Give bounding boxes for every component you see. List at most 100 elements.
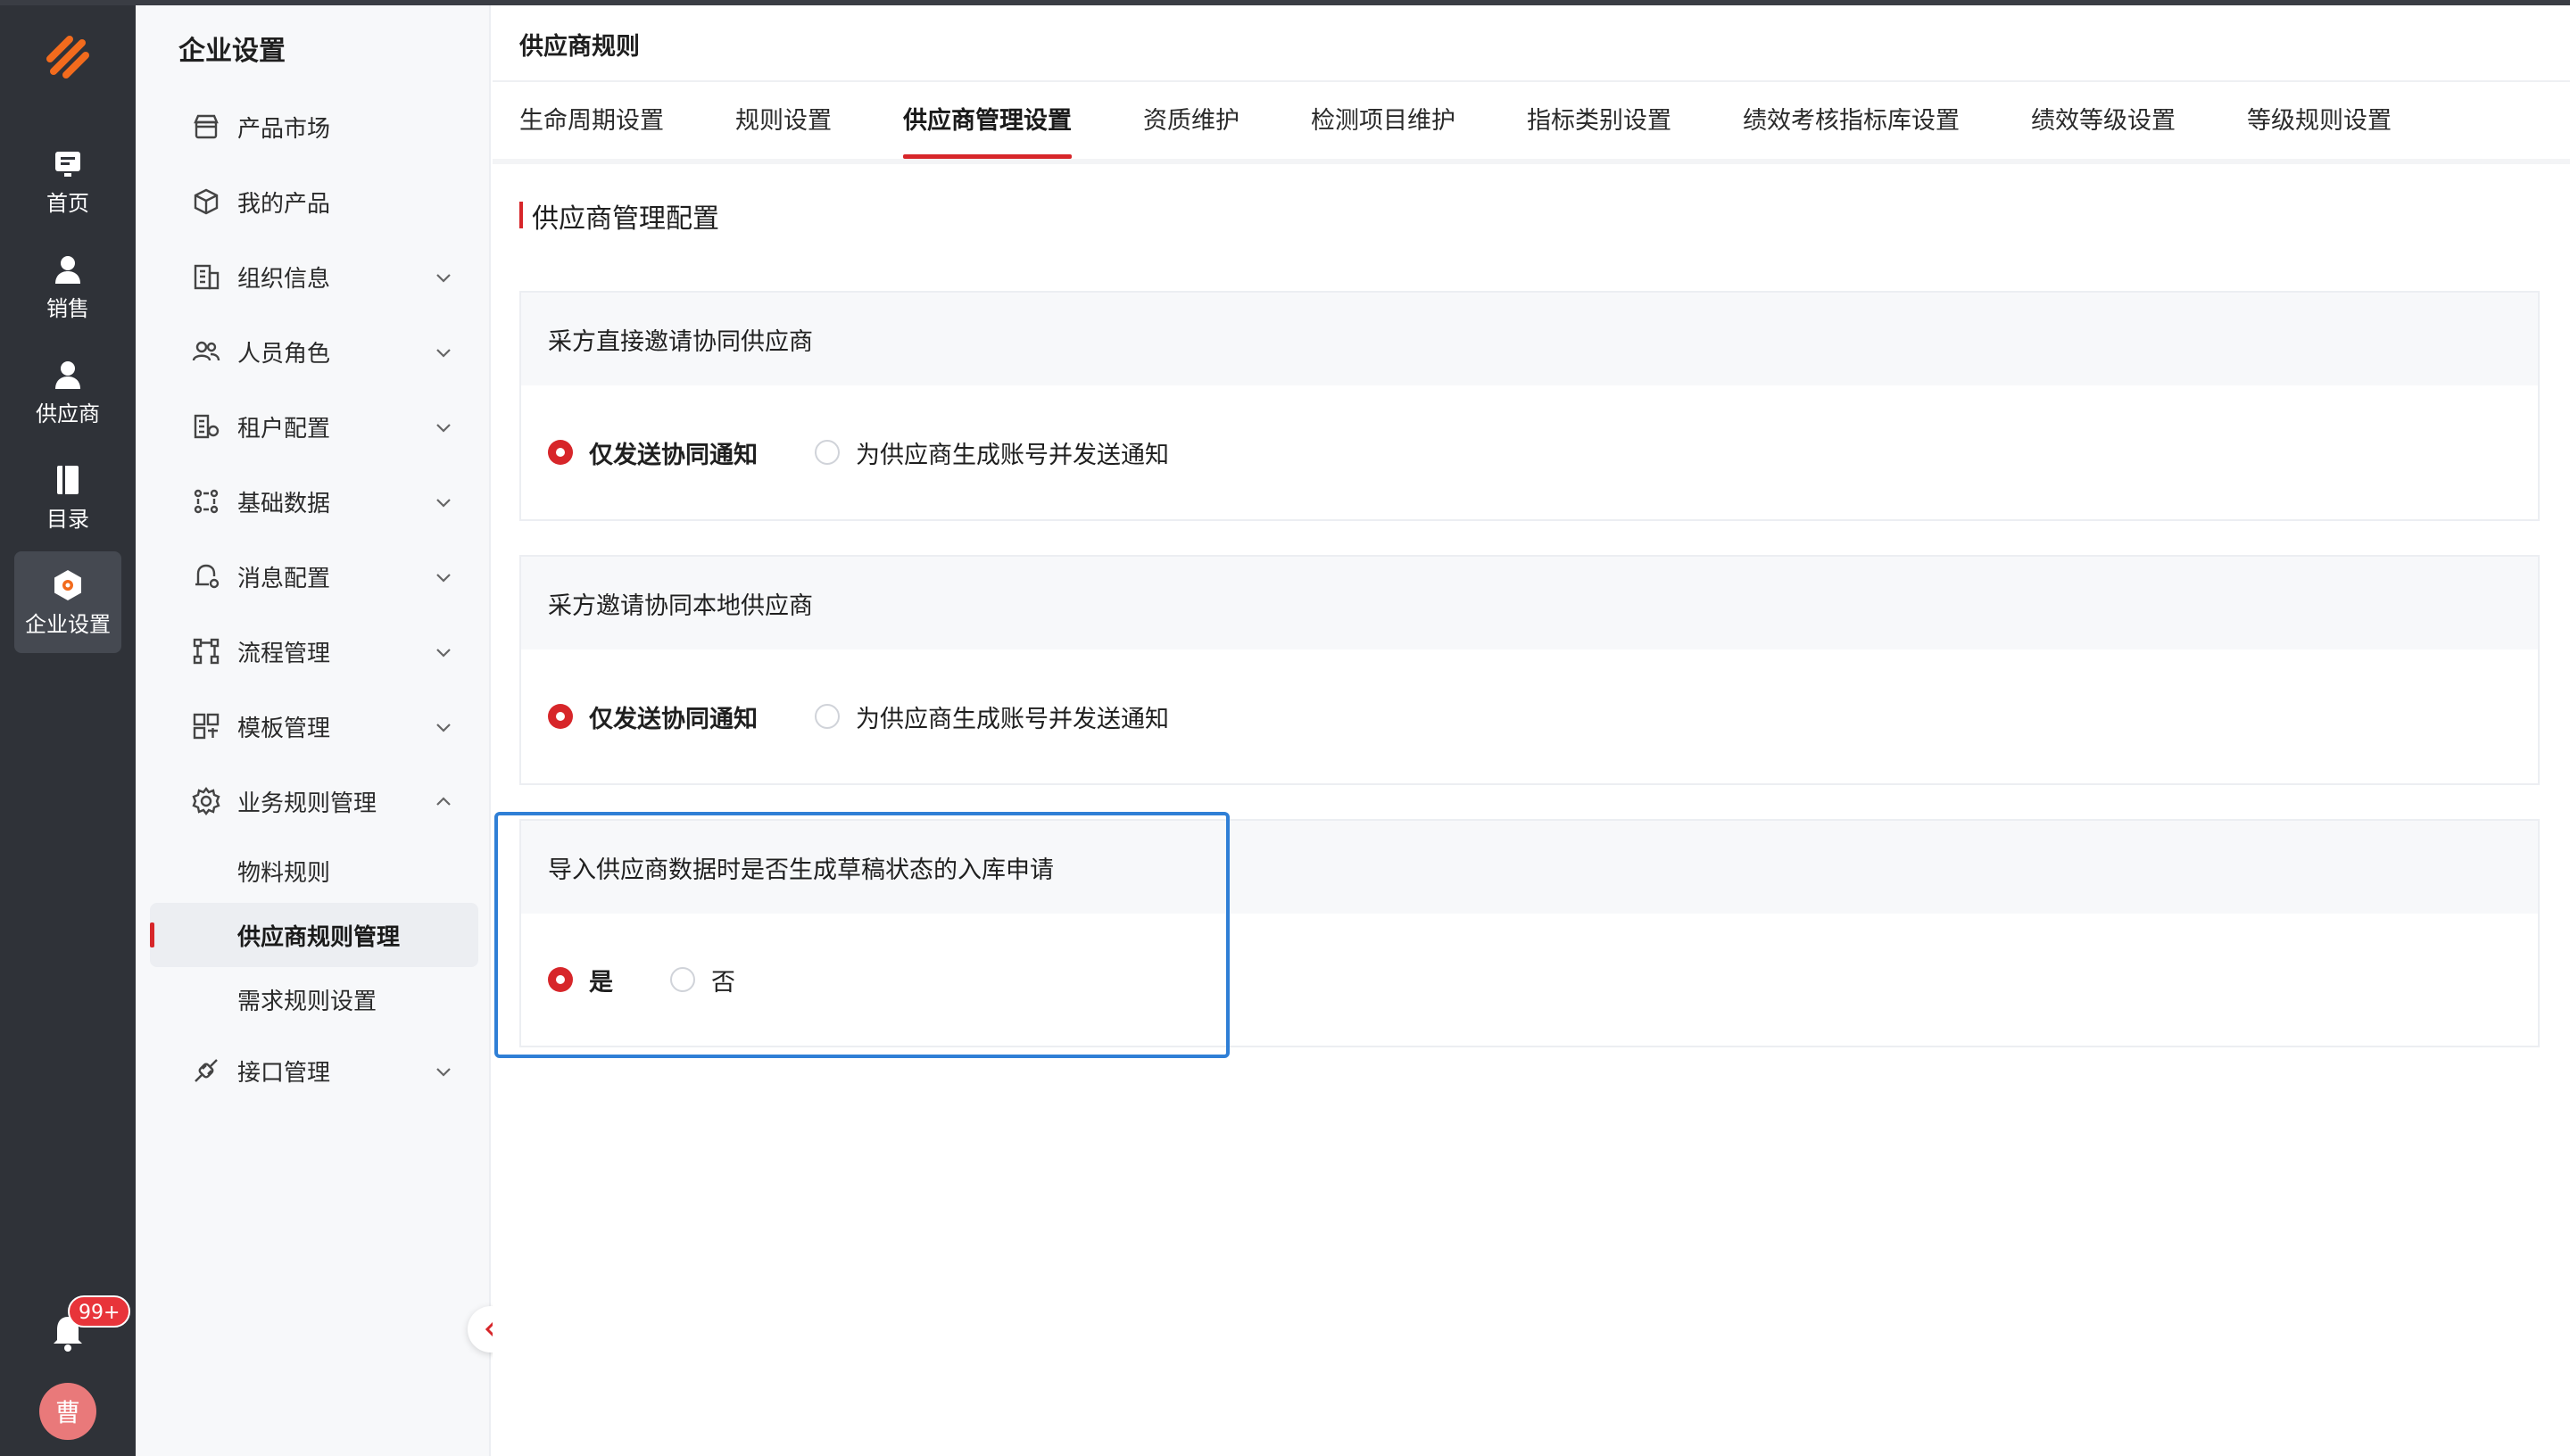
sidebar-item-label: 业务规则管理 [237,790,377,817]
sidebar-item-label: 模板管理 [237,715,331,742]
rail-item-sales[interactable]: 销售 [14,236,121,337]
tab-rule-settings[interactable]: 规则设置 [735,95,832,159]
radio-unchecked[interactable] [815,440,840,465]
sidebar-subitem-supplier-rules[interactable]: 供应商规则管理 [150,903,478,967]
card-title: 采方邀请协同本地供应商 [521,557,2538,649]
tab-level-rules[interactable]: 等级规则设置 [2247,95,2392,159]
chevron-down-icon [436,274,451,283]
chevron-down-icon [436,574,451,583]
radio-option[interactable]: 为供应商生成账号并发送通知 [815,435,1169,470]
grid-dots-icon [194,489,219,514]
radio-label: 仅发送协同通知 [589,705,758,733]
sidebar-item-base-data[interactable]: 基础数据 [150,469,478,534]
divider [493,80,2570,82]
sidebar-item-label: 消息配置 [237,565,331,592]
radio-option[interactable]: 是 [548,963,613,997]
message-icon [195,564,220,589]
radio-checked[interactable] [548,704,573,729]
building-icon [194,264,220,290]
person-icon [55,361,80,389]
chevron-down-icon [436,649,451,658]
gear-icon [192,787,220,815]
radio-group: 仅发送协同通知 为供应商生成账号并发送通知 [521,649,2538,783]
monitor-icon [55,152,80,177]
radio-label: 仅发送协同通知 [589,441,758,469]
app-logo-icon[interactable] [36,25,100,89]
sidebar-item-tenant-config[interactable]: 租户配置 [150,394,478,459]
tab-qualification[interactable]: 资质维护 [1143,95,1239,159]
rail-item-enterprise-settings[interactable]: 企业设置 [14,551,121,653]
sidebar-item-roles[interactable]: 人员角色 [150,319,478,384]
chevron-down-icon [436,499,451,508]
rail-label: 首页 [46,191,89,216]
sidebar-subitem-label: 供应商规则管理 [237,923,401,951]
sidebar-title: 企业设置 [178,36,286,67]
radio-checked[interactable] [548,440,573,465]
sidebar-subitem-demand-rules[interactable]: 需求规则设置 [150,967,478,1031]
rail-label: 供应商 [36,401,100,426]
person-icon [55,256,80,284]
tab-lifecycle[interactable]: 生命周期设置 [519,95,664,159]
divider [493,159,2570,164]
tab-supplier-management[interactable]: 供应商管理设置 [903,95,1072,159]
sidebar-item-label: 流程管理 [237,640,331,667]
rail-item-supplier[interactable]: 供应商 [14,341,121,443]
sidebar-item-template-management[interactable]: 模板管理 [150,694,478,758]
config-card: 导入供应商数据时是否生成草稿状态的入库申请 是 否 [519,819,2540,1047]
radio-option[interactable]: 为供应商生成账号并发送通知 [815,699,1169,734]
sidebar-item-label: 接口管理 [237,1059,331,1087]
chevron-down-icon [436,1068,451,1077]
sidebar-item-label: 组织信息 [237,265,331,293]
sidebar-item-my-products[interactable]: 我的产品 [150,170,478,234]
sidebar-item-process-management[interactable]: 流程管理 [150,619,478,683]
sidebar-item-label: 产品市场 [237,115,331,143]
radio-checked[interactable] [548,967,573,992]
sidebar-item-label: 我的产品 [237,190,331,218]
sidebar-subitem-material-rules[interactable]: 物料规则 [150,839,478,903]
notification-badge: 99+ [68,1295,131,1328]
chevron-down-icon [436,349,451,358]
radio-group: 是 否 [521,914,2538,1046]
chevron-up-icon [436,797,451,806]
rail-label: 企业设置 [25,612,111,637]
sidebar-item-label: 基础数据 [237,490,331,517]
book-icon [57,466,79,494]
rail-item-catalog[interactable]: 目录 [14,446,121,548]
radio-unchecked[interactable] [815,704,840,729]
sidebar-item-business-rules[interactable]: 业务规则管理 [150,769,478,833]
flow-icon [193,638,220,665]
sidebar-item-product-market[interactable]: 产品市场 [150,95,478,159]
main-content: 供应商规则 生命周期设置 规则设置 供应商管理设置 资质维护 检测项目维护 指标… [493,5,2570,1456]
rail-item-home[interactable]: 首页 [14,130,121,232]
plug-icon [195,1059,218,1082]
radio-label: 为供应商生成账号并发送通知 [856,705,1169,733]
settings-sidebar: 企业设置 产品市场 我的产品 组织信息 人员角色 租户配置 基础数据 消息配置 … [136,5,491,1456]
chevron-down-icon [436,424,451,433]
cube-icon [194,188,219,215]
sidebar-subitem-label: 物料规则 [237,859,331,887]
sidebar-item-message-config[interactable]: 消息配置 [150,544,478,608]
radio-label: 否 [711,968,735,997]
radio-option[interactable]: 仅发送协同通知 [548,699,758,734]
radio-option[interactable]: 仅发送协同通知 [548,435,758,470]
sidebar-item-label: 租户配置 [237,415,331,443]
radio-group: 仅发送协同通知 为供应商生成账号并发送通知 [521,385,2538,519]
tab-bar: 生命周期设置 规则设置 供应商管理设置 资质维护 检测项目维护 指标类别设置 绩… [519,95,2463,159]
radio-label: 为供应商生成账号并发送通知 [856,441,1169,469]
card-title: 采方直接邀请协同供应商 [521,293,2538,385]
tab-indicator-category[interactable]: 指标类别设置 [1527,95,1671,159]
rail-label: 目录 [46,507,89,532]
tab-test-items[interactable]: 检测项目维护 [1311,95,1455,159]
sidebar-item-org-info[interactable]: 组织信息 [150,244,478,309]
sidebar-item-api-management[interactable]: 接口管理 [150,1038,478,1103]
sidebar-item-label: 人员角色 [237,340,331,368]
config-card: 采方直接邀请协同供应商 仅发送协同通知 为供应商生成账号并发送通知 [519,291,2540,521]
avatar[interactable]: 曹 [39,1383,96,1440]
page-title: 供应商规则 [519,33,640,61]
section-title: 供应商管理配置 [519,196,719,236]
radio-unchecked[interactable] [670,967,695,992]
tab-performance-levels[interactable]: 绩效等级设置 [2031,95,2176,159]
radio-option[interactable]: 否 [670,963,735,997]
tab-kpi-library[interactable]: 绩效考核指标库设置 [1743,95,1960,159]
radio-label: 是 [589,968,613,997]
